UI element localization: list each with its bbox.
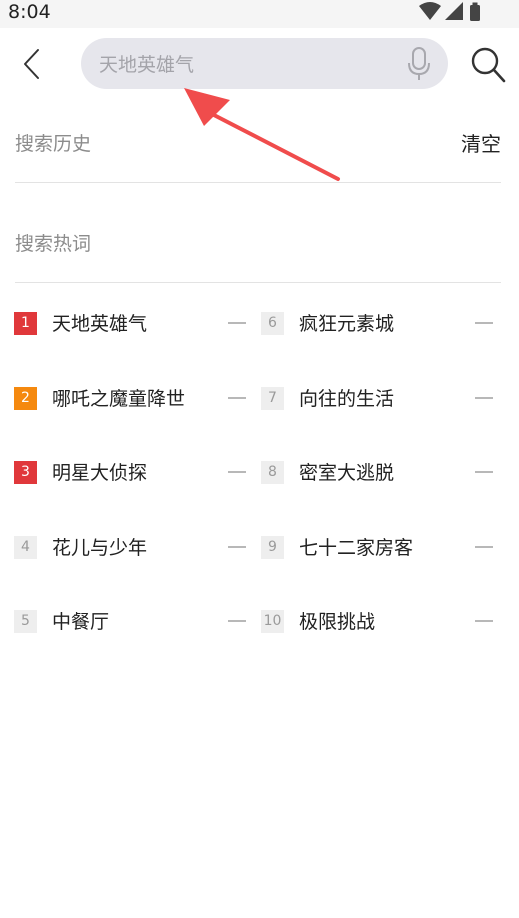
status-time: 8:04: [8, 1, 51, 23]
trend-flat-icon: [228, 397, 246, 399]
hot-divider: [15, 282, 501, 283]
history-divider: [15, 182, 501, 183]
back-button[interactable]: [14, 46, 50, 82]
rank-badge: 1: [14, 312, 37, 335]
rank-badge: 4: [14, 536, 37, 559]
hot-keyword-item[interactable]: 10 极限挑战: [261, 601, 501, 641]
clear-history-button[interactable]: 清空: [461, 128, 501, 157]
search-button[interactable]: [469, 44, 507, 84]
hot-keyword-label: 极限挑战: [299, 611, 376, 633]
hot-keyword-item[interactable]: 9 七十二家房客: [261, 527, 501, 567]
rank-badge: 9: [261, 536, 284, 559]
hot-keyword-item[interactable]: 4 花儿与少年: [14, 527, 254, 567]
trend-flat-icon: [475, 620, 493, 622]
trend-flat-icon: [475, 546, 493, 548]
hot-keyword-label: 七十二家房客: [299, 537, 414, 559]
trend-flat-icon: [228, 471, 246, 473]
hot-keyword-label: 花儿与少年: [52, 537, 148, 559]
rank-badge: 8: [261, 461, 284, 484]
rank-badge: 5: [14, 610, 37, 633]
rank-badge: 10: [261, 610, 284, 633]
trend-flat-icon: [475, 322, 493, 324]
hot-keyword-item[interactable]: 8 密室大逃脱: [261, 452, 501, 492]
back-arrow-icon: [24, 49, 39, 79]
hot-keyword-item[interactable]: 2 哪吒之魔童降世: [14, 378, 254, 418]
hot-keyword-label: 疯狂元素城: [299, 313, 395, 335]
rank-badge: 2: [14, 387, 37, 410]
microphone-icon: [408, 47, 430, 80]
trend-flat-icon: [228, 620, 246, 622]
search-icon: [471, 47, 506, 83]
hot-keyword-item[interactable]: 6 疯狂元素城: [261, 303, 501, 343]
hot-keyword-item[interactable]: 1 天地英雄气: [14, 303, 254, 343]
battery-icon: [470, 2, 480, 21]
search-input[interactable]: [97, 38, 401, 91]
trend-flat-icon: [228, 322, 246, 324]
rank-badge: 3: [14, 461, 37, 484]
search-box[interactable]: [81, 38, 448, 91]
hot-keyword-label: 中餐厅: [52, 611, 110, 633]
trend-flat-icon: [475, 397, 493, 399]
trend-flat-icon: [228, 546, 246, 548]
hot-keyword-label: 密室大逃脱: [299, 462, 395, 484]
hot-keyword-label: 哪吒之魔童降世: [52, 388, 186, 410]
search-history-title: 搜索历史: [15, 133, 92, 155]
hot-keyword-item[interactable]: 5 中餐厅: [14, 601, 254, 641]
wifi-icon: [419, 2, 441, 20]
trend-flat-icon: [475, 471, 493, 473]
hot-keyword-item[interactable]: 7 向往的生活: [261, 378, 501, 418]
rank-badge: 7: [261, 387, 284, 410]
hot-keyword-label: 向往的生活: [299, 388, 395, 410]
signal-icon: [445, 2, 463, 20]
status-icons: [419, 2, 480, 21]
voice-search-button[interactable]: [406, 46, 432, 82]
hot-keyword-label: 天地英雄气: [52, 313, 148, 335]
hot-keyword-label: 明星大侦探: [52, 462, 148, 484]
status-bar: 8:04: [0, 0, 519, 28]
hot-keyword-item[interactable]: 3 明星大侦探: [14, 452, 254, 492]
search-header: [0, 28, 519, 102]
hot-keywords-title: 搜索热词: [15, 233, 92, 255]
rank-badge: 6: [261, 312, 284, 335]
